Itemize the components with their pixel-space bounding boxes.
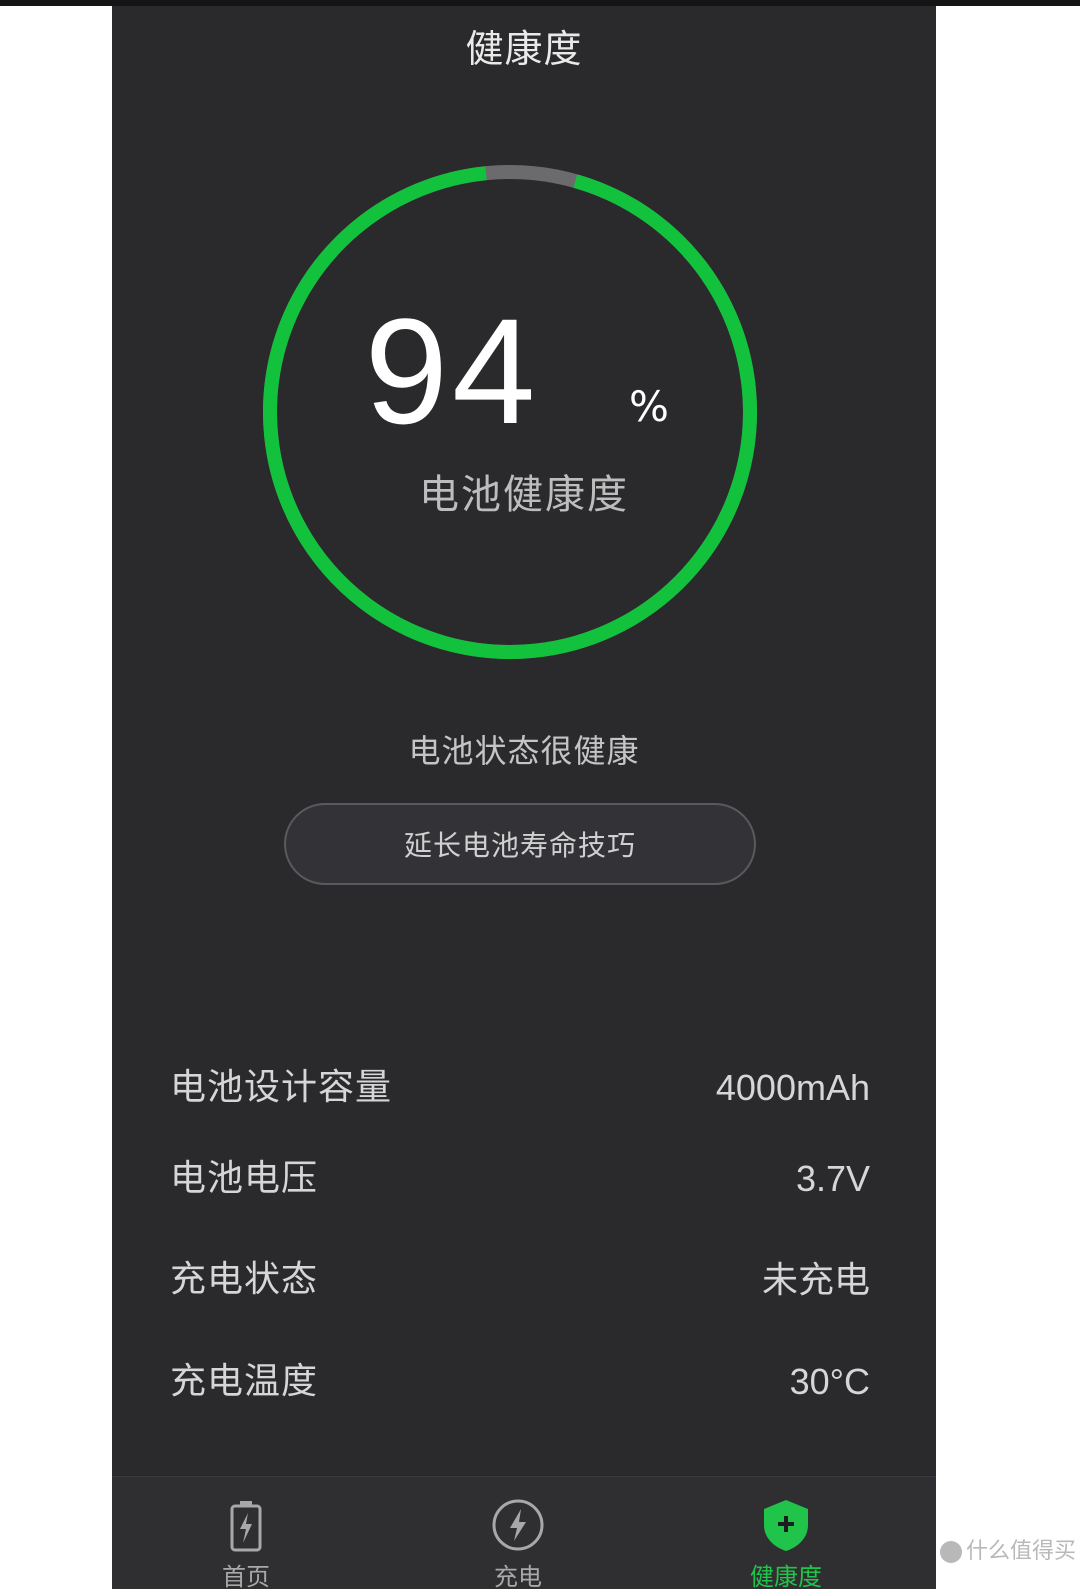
bottom-tab-bar: 首页 充电 健康度 [112, 1476, 936, 1589]
info-label: 充电状态 [170, 1259, 319, 1300]
info-value: 未充电 [761, 1259, 870, 1300]
page-title: 健康度 [465, 27, 583, 71]
battery-icon [230, 1501, 262, 1552]
info-label: 充电温度 [170, 1361, 319, 1402]
lightning-icon [492, 1499, 544, 1551]
tab-label: 首页 [222, 1563, 270, 1589]
page: 健康度 94 % 电池健康度 电池状态很健康 延长电池寿命技巧 电池设计容量 4… [0, 0, 1080, 1589]
shield-plus-icon [764, 1500, 808, 1551]
tab-label: 充电 [494, 1563, 542, 1589]
info-row-charge-state: 充电状态 未充电 [170, 1250, 870, 1310]
info-label: 电池电压 [170, 1158, 319, 1199]
health-percent-value: 94 [364, 287, 540, 455]
info-row-temperature: 充电温度 30°C [170, 1352, 870, 1412]
info-value: 4000mAh [715, 1067, 870, 1108]
watermark-text: 什么值得买 [966, 1539, 1077, 1564]
info-row-capacity: 电池设计容量 4000mAh [170, 1058, 870, 1118]
battery-tips-button[interactable]: 延长电池寿命技巧 [284, 803, 756, 885]
info-value: 30°C [789, 1361, 870, 1402]
battery-status-text: 电池状态很健康 [408, 732, 640, 770]
info-value: 3.7V [795, 1158, 870, 1199]
watermark-logo-icon [940, 1541, 962, 1563]
health-percent-unit: % [629, 382, 669, 431]
tab-health[interactable]: 健康度 [686, 1477, 886, 1589]
tab-home[interactable]: 首页 [146, 1477, 346, 1589]
watermark: 什么值得买 [940, 1532, 1080, 1572]
tab-charging[interactable]: 充电 [418, 1477, 618, 1589]
tab-label: 健康度 [750, 1563, 822, 1589]
app-screen: 健康度 94 % 电池健康度 电池状态很健康 延长电池寿命技巧 电池设计容量 4… [112, 6, 936, 1589]
info-row-voltage: 电池电压 3.7V [170, 1149, 870, 1209]
info-label: 电池设计容量 [170, 1067, 393, 1108]
health-gauge-label: 电池健康度 [419, 472, 629, 518]
